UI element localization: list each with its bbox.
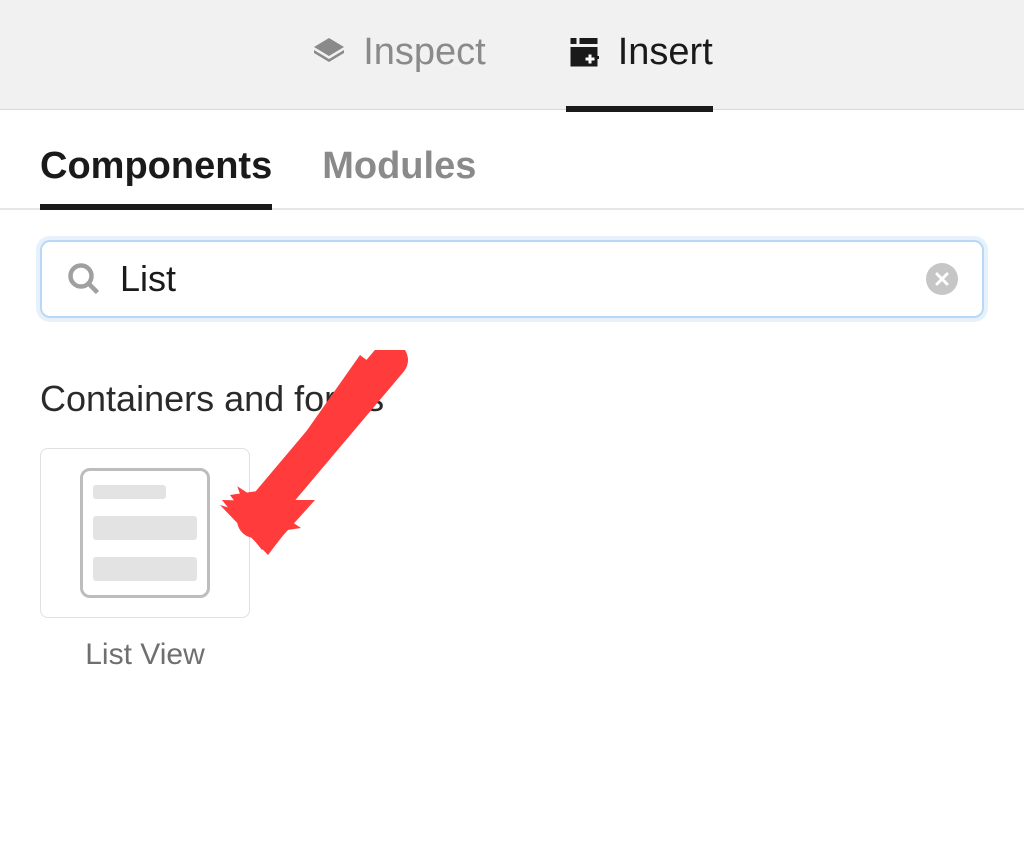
tab-insert[interactable]: Insert xyxy=(566,31,713,78)
sub-tabs: Components Modules xyxy=(0,110,1024,210)
list-row-decor xyxy=(93,485,166,499)
clear-search-button[interactable] xyxy=(926,263,958,295)
results-panel: Containers and forms List View xyxy=(0,318,1024,822)
search-icon xyxy=(66,261,102,297)
tab-inspect[interactable]: Inspect xyxy=(311,31,486,78)
component-thumbnail xyxy=(40,448,250,618)
component-label: List View xyxy=(40,638,250,672)
close-icon xyxy=(934,271,950,287)
insert-icon xyxy=(566,35,602,71)
search-input[interactable] xyxy=(120,258,908,300)
search-wrap xyxy=(40,240,984,318)
tab-insert-label: Insert xyxy=(618,31,713,74)
section-title: Containers and forms xyxy=(40,378,984,420)
list-row-decor xyxy=(93,557,197,581)
list-row-decor xyxy=(93,516,197,540)
sub-tab-modules[interactable]: Modules xyxy=(322,145,476,208)
tab-inspect-label: Inspect xyxy=(363,31,486,74)
component-list-view[interactable]: List View xyxy=(40,448,250,672)
layers-icon xyxy=(311,35,347,71)
search-area xyxy=(0,210,1024,318)
sub-tab-components[interactable]: Components xyxy=(40,145,272,208)
list-view-icon xyxy=(80,468,210,598)
top-tabs: Inspect Insert xyxy=(0,0,1024,110)
